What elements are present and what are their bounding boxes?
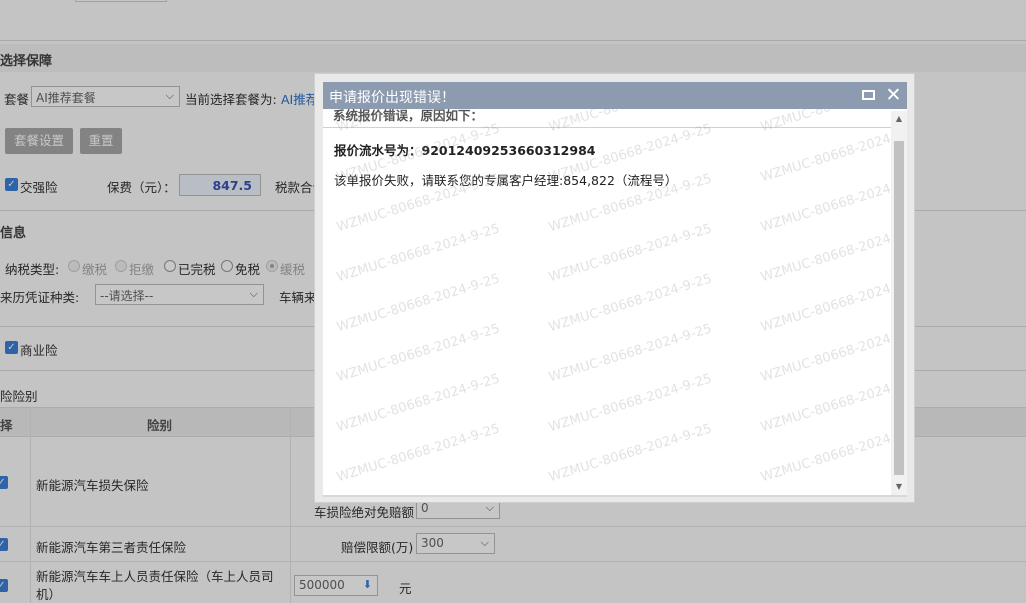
- watermark-text: WZMUC-80668-2024-9-25: [547, 221, 714, 286]
- watermark-text: WZMUC-80668-2024-9-25: [759, 321, 907, 386]
- scrollbar-thumb[interactable]: [894, 141, 904, 475]
- error-message: 该单报价失败，请联系您的专属客户经理:854,822（流程号）: [334, 173, 678, 188]
- quote-serial: 报价流水号为：92012409253660312984: [334, 140, 595, 159]
- serial-value: 92012409253660312984: [421, 143, 596, 158]
- watermark-text: WZMUC-80668-2024-9-25: [547, 321, 714, 386]
- watermark-text: WZMUC-80668-2024-9-25: [759, 421, 907, 486]
- watermark-text: WZMUC-80668-2024-9-25: [335, 221, 502, 286]
- error-reason-heading: 系统报价错误，原因如下：: [333, 109, 484, 123]
- maximize-icon: [862, 90, 875, 100]
- close-icon[interactable]: ✕: [884, 86, 903, 105]
- watermark-text: WZMUC-80668-2024-9-25: [547, 421, 714, 486]
- dialog-body: 系统报价错误，原因如下： 报价流水号为：92012409253660312984…: [323, 109, 907, 495]
- maximize-button[interactable]: [859, 86, 878, 105]
- divider: [323, 127, 891, 128]
- watermark-text: WZMUC-80668-2024-9-25: [335, 421, 502, 486]
- watermark-text: WZMUC-80668-2024-9-25: [547, 109, 714, 135]
- dialog-scrollbar[interactable]: ▲ ▼: [891, 111, 907, 495]
- watermark-text: WZMUC-80668-2024-9-25: [759, 221, 907, 286]
- watermark-text: WZMUC-80668-2024-9-25: [759, 109, 907, 135]
- serial-label: 报价流水号为：: [334, 143, 422, 158]
- watermark-text: WZMUC-80668-2024-9-25: [759, 171, 907, 236]
- dialog-titlebar[interactable]: 申请报价出现错误！ ✕: [323, 82, 907, 109]
- dialog-bottom-edge: [323, 495, 907, 497]
- watermark-text: WZMUC-80668-2024-9-25: [759, 121, 907, 186]
- watermark-text: WZMUC-80668-2024-9-25: [335, 271, 502, 336]
- dialog-title: 申请报价出现错误！: [329, 90, 455, 106]
- triangle-down-icon[interactable]: ▼: [891, 479, 907, 495]
- watermark-text: WZMUC-80668-2024-9-25: [759, 371, 907, 436]
- triangle-up-icon[interactable]: ▲: [891, 111, 907, 127]
- watermark-text: WZMUC-80668-2024-9-25: [547, 371, 714, 436]
- watermark-text: WZMUC-80668-2024-9-25: [335, 371, 502, 436]
- watermark-text: WZMUC-80668-2024-9-25: [759, 271, 907, 336]
- watermark-text: WZMUC-80668-2024-9-25: [335, 321, 502, 386]
- watermark-text: WZMUC-80668-2024-9-25: [547, 271, 714, 336]
